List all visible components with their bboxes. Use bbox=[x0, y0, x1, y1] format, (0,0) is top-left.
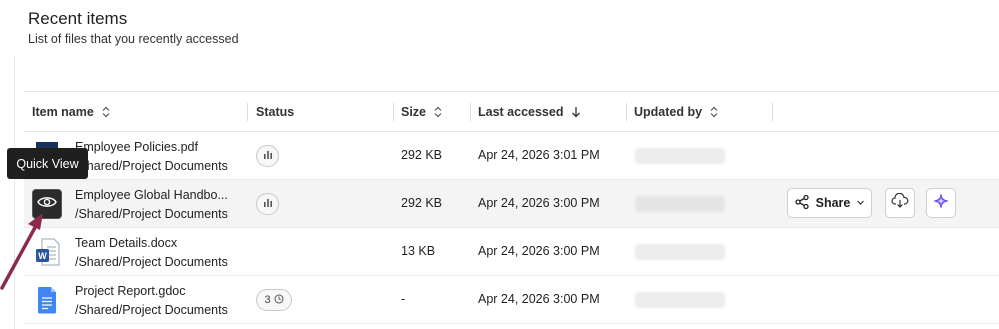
annotation-arrow bbox=[0, 213, 43, 290]
column-divider[interactable] bbox=[247, 103, 248, 121]
column-divider[interactable] bbox=[772, 103, 773, 121]
column-header-status[interactable]: Status bbox=[256, 92, 294, 132]
table-row[interactable]: W Team Details.docx /Shared/Project Docu… bbox=[24, 228, 999, 276]
sort-descending-icon bbox=[571, 106, 581, 118]
file-path: /Shared/Project Documents bbox=[75, 159, 228, 173]
recent-items-table: Item name Status Size Last accessed Upda… bbox=[24, 91, 999, 324]
sort-icon bbox=[710, 106, 718, 118]
share-label: Share bbox=[815, 196, 851, 210]
last-accessed: Apr 24, 2026 3:00 PM bbox=[478, 244, 600, 258]
last-accessed: Apr 24, 2026 3:01 PM bbox=[478, 148, 600, 162]
last-accessed: Apr 24, 2026 3:00 PM bbox=[478, 292, 600, 306]
column-divider[interactable] bbox=[470, 103, 471, 121]
column-label: Size bbox=[401, 105, 427, 119]
file-size: - bbox=[401, 292, 406, 306]
updated-by-redacted bbox=[635, 148, 725, 164]
column-divider[interactable] bbox=[393, 103, 394, 121]
updated-by-redacted bbox=[635, 244, 725, 260]
share-icon bbox=[794, 194, 810, 213]
column-label: Status bbox=[256, 105, 295, 119]
file-size: 292 KB bbox=[401, 148, 443, 162]
table-row[interactable]: Employee Policies.pdf /Shared/Project Do… bbox=[24, 132, 999, 180]
download-button[interactable] bbox=[885, 188, 915, 218]
status-badge[interactable] bbox=[256, 193, 279, 215]
gdoc-file-icon bbox=[36, 286, 58, 314]
file-size: 13 KB bbox=[401, 244, 436, 258]
column-header-item-name[interactable]: Item name bbox=[32, 92, 110, 132]
page-title: Recent items bbox=[28, 9, 128, 28]
status-badge[interactable]: 3 bbox=[256, 289, 292, 311]
file-name[interactable]: Employee Policies.pdf bbox=[75, 140, 198, 154]
share-button[interactable]: Share bbox=[787, 188, 872, 218]
column-label: Updated by bbox=[634, 105, 703, 119]
file-name[interactable]: Team Details.docx bbox=[75, 236, 177, 250]
page-subtitle: List of files that you recently accessed bbox=[28, 32, 239, 46]
clock-icon bbox=[274, 294, 284, 307]
sparkle-icon bbox=[933, 193, 949, 214]
bar-chart-icon bbox=[262, 149, 274, 164]
file-name[interactable]: Employee Global Handbo... bbox=[75, 188, 228, 202]
quick-view-tooltip: Quick View bbox=[7, 148, 88, 179]
column-header-size[interactable]: Size bbox=[401, 92, 442, 132]
chevron-down-icon bbox=[856, 196, 865, 210]
file-path: /Shared/Project Documents bbox=[75, 207, 228, 221]
column-header-updated-by[interactable]: Updated by bbox=[634, 92, 718, 132]
bar-chart-icon bbox=[262, 197, 274, 212]
column-divider[interactable] bbox=[626, 103, 627, 121]
status-count: 3 bbox=[264, 294, 271, 306]
cloud-download-icon bbox=[891, 192, 909, 214]
column-header-last-accessed[interactable]: Last accessed bbox=[478, 92, 581, 132]
file-path: /Shared/Project Documents bbox=[75, 303, 228, 317]
table-row[interactable]: Employee Global Handbo... /Shared/Projec… bbox=[24, 180, 999, 228]
last-accessed: Apr 24, 2026 3:00 PM bbox=[478, 196, 600, 210]
column-label: Last accessed bbox=[478, 105, 564, 119]
table-header: Item name Status Size Last accessed Upda… bbox=[24, 91, 999, 132]
file-size: 292 KB bbox=[401, 196, 443, 210]
sort-icon bbox=[434, 106, 442, 118]
status-badge[interactable] bbox=[256, 145, 279, 167]
table-row[interactable]: Project Report.gdoc /Shared/Project Docu… bbox=[24, 276, 999, 324]
file-name[interactable]: Project Report.gdoc bbox=[75, 284, 185, 298]
sort-icon bbox=[102, 106, 110, 118]
file-path: /Shared/Project Documents bbox=[75, 255, 228, 269]
ai-assistant-button[interactable] bbox=[926, 188, 956, 218]
updated-by-redacted bbox=[635, 292, 725, 308]
column-label: Item name bbox=[32, 105, 94, 119]
updated-by-redacted bbox=[635, 196, 725, 212]
